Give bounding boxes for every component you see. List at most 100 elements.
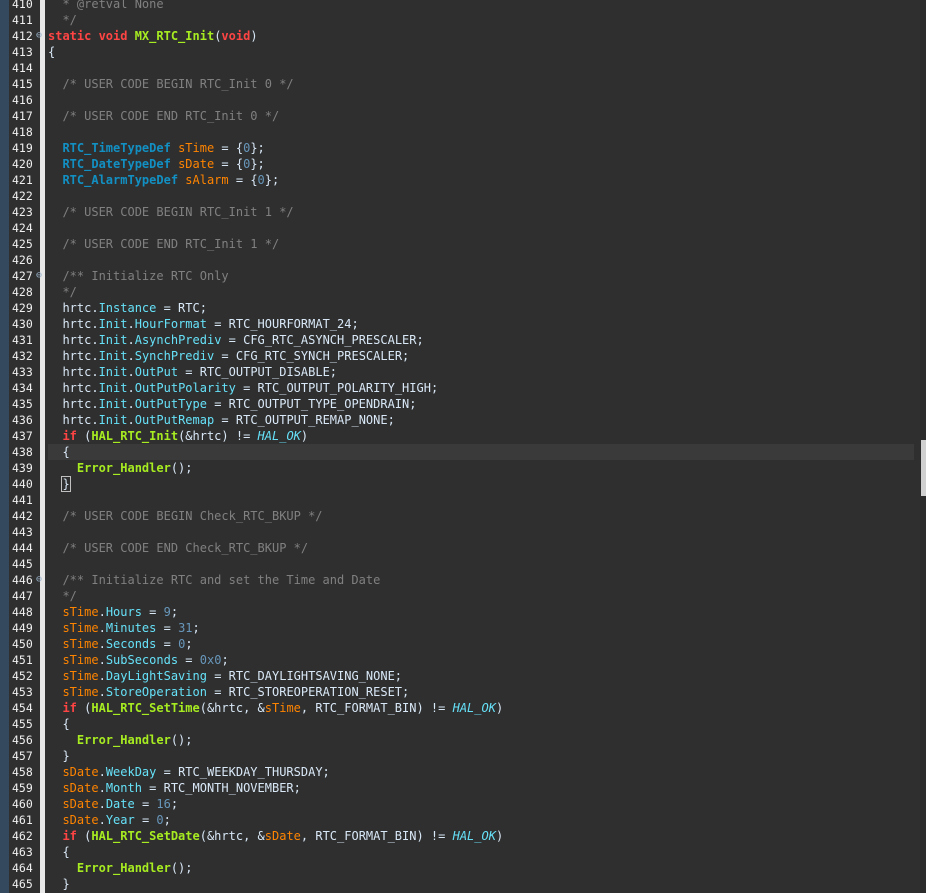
code-token: Init [98,317,128,331]
code-line[interactable]: 455 { [0,716,926,732]
code-token: sDate [62,813,99,827]
code-line[interactable]: 457 } [0,748,926,764]
code-line[interactable]: 417 /* USER CODE END RTC_Init 0 */ [0,108,926,124]
code-token: } [48,749,70,763]
line-code: /** Initialize RTC and set the Time and … [48,572,914,588]
code-token: = [134,797,157,811]
code-line[interactable]: 449 sTime.Minutes = 31; [0,620,926,636]
code-token: . [98,653,106,667]
code-token: ; [221,653,229,667]
code-line[interactable]: 433 hrtc.Init.OutPut = RTC_OUTPUT_DISABL… [0,364,926,380]
code-line[interactable]: 427 ⊖ /** Initialize RTC Only [0,268,926,284]
code-line[interactable]: 454 if (HAL_RTC_SetTime(&hrtc, &sTime, R… [0,700,926,716]
code-line[interactable]: 437 if (HAL_RTC_Init(&hrtc) != HAL_OK) [0,428,926,444]
code-line[interactable]: 414 [0,60,926,76]
code-line[interactable]: 413 { [0,44,926,60]
scrollbar-thumb[interactable] [921,440,926,496]
code-line[interactable]: 450 sTime.Seconds = 0; [0,636,926,652]
code-token: (); [170,733,193,747]
code-line[interactable]: 421 RTC_AlarmTypeDef sAlarm = {0}; [0,172,926,188]
code-token: . [127,413,135,427]
line-code: hrtc.Instance = RTC; [48,300,914,316]
line-number: 445 [12,557,33,571]
code-line[interactable]: 434 hrtc.Init.OutPutPolarity = RTC_OUTPU… [0,380,926,396]
line-code: sTime.StoreOperation = RTC_STOREOPERATIO… [48,684,914,700]
code-line[interactable]: 426 [0,252,926,268]
vertical-scrollbar[interactable] [920,0,926,893]
code-line[interactable]: 463 { [0,844,926,860]
code-line[interactable]: 453 sTime.StoreOperation = RTC_STOREOPER… [0,684,926,700]
line-number: 451 [12,653,33,667]
code-token: hrtc. [48,397,99,411]
code-line[interactable]: 460 sDate.Date = 16; [0,796,926,812]
code-line[interactable]: 447 */ [0,588,926,604]
code-token: ( [76,701,92,715]
code-token: /** Initialize RTC Only [48,269,229,283]
code-token: RTC_AlarmTypeDef [62,173,179,187]
fold-marker-icon[interactable]: ⊖ [36,268,42,284]
fold-marker-icon[interactable]: ⊖ [36,572,42,588]
code-token: WeekDay [105,765,157,779]
code-line[interactable]: 461 sDate.Year = 0; [0,812,926,828]
code-line[interactable]: 448 sTime.Hours = 9; [0,604,926,620]
code-line[interactable]: 420 RTC_DateTypeDef sDate = {0}; [0,156,926,172]
code-line[interactable]: 432 hrtc.Init.SynchPrediv = CFG_RTC_SYNC… [0,348,926,364]
code-line[interactable]: 441 [0,492,926,508]
line-number: 436 [12,413,33,427]
line-code: * @retval None [48,0,914,12]
code-line[interactable]: 425 /* USER CODE END RTC_Init 1 */ [0,236,926,252]
code-line[interactable]: 431 hrtc.Init.AsynchPrediv = CFG_RTC_ASY… [0,332,926,348]
code-line[interactable]: 412 ⊖ static void MX_RTC_Init(void) [0,28,926,44]
code-line[interactable]: 459 sDate.Month = RTC_MONTH_NOVEMBER; [0,780,926,796]
code-line[interactable]: 430 hrtc.Init.HourFormat = RTC_HOURFORMA… [0,316,926,332]
code-line[interactable]: 465 } [0,876,926,892]
code-token: ; [163,813,171,827]
code-token: (); [170,861,193,875]
code-line[interactable]: 458 sDate.WeekDay = RTC_WEEKDAY_THURSDAY… [0,764,926,780]
code-token: . [127,381,135,395]
code-token: . [127,365,135,379]
code-line[interactable]: 429 hrtc.Instance = RTC; [0,300,926,316]
line-number: 464 [12,861,33,875]
code-line[interactable]: 445 [0,556,926,572]
code-line[interactable]: 422 [0,188,926,204]
code-editor[interactable]: 410 * @retval None 411 */412 ⊖ static void … [0,0,926,893]
code-line[interactable]: 428 */ [0,284,926,300]
code-token: 0 [156,813,164,827]
code-line[interactable]: 416 [0,92,926,108]
code-token: = RTC_STOREOPERATION_RESET; [206,685,410,699]
code-line[interactable]: 418 [0,124,926,140]
line-number: 428 [12,285,33,299]
fold-marker-icon[interactable]: ⊖ [36,28,42,44]
code-line[interactable]: 438 { [0,444,926,460]
code-token: Init [98,365,128,379]
code-line[interactable]: 415 /* USER CODE BEGIN RTC_Init 0 */ [0,76,926,92]
code-line[interactable]: 446 ⊖ /** Initialize RTC and set the Time… [0,572,926,588]
code-line[interactable]: 436 hrtc.Init.OutPutRemap = RTC_OUTPUT_R… [0,412,926,428]
line-number: 456 [12,733,33,747]
code-line[interactable]: 462 if (HAL_RTC_SetDate(&hrtc, &sDate, R… [0,828,926,844]
code-line[interactable]: 452 sTime.DayLightSaving = RTC_DAYLIGHTS… [0,668,926,684]
line-number: 418 [12,125,33,139]
code-token: . [98,797,106,811]
code-line[interactable]: 424 [0,220,926,236]
code-token: , RTC_FORMAT_BIN) != [300,701,453,715]
code-line[interactable]: 410 * @retval None [0,0,926,12]
code-line[interactable]: 442 /* USER CODE BEGIN Check_RTC_BKUP */ [0,508,926,524]
code-line[interactable]: 440 } [0,476,926,492]
code-line[interactable]: 443 [0,524,926,540]
code-line[interactable]: 423 /* USER CODE BEGIN RTC_Init 1 */ [0,204,926,220]
code-line[interactable]: 456 Error_Handler(); [0,732,926,748]
code-line[interactable]: 411 */ [0,12,926,28]
code-token: Error_Handler [76,461,171,475]
code-line[interactable]: 435 hrtc.Init.OutPutType = RTC_OUTPUT_TY… [0,396,926,412]
code-line[interactable]: 451 sTime.SubSeconds = 0x0; [0,652,926,668]
code-line[interactable]: 419 RTC_TimeTypeDef sTime = {0}; [0,140,926,156]
code-line[interactable]: 464 Error_Handler(); [0,860,926,876]
code-line[interactable]: 439 Error_Handler(); [0,460,926,476]
code-line[interactable]: 444 /* USER CODE END Check_RTC_BKUP */ [0,540,926,556]
